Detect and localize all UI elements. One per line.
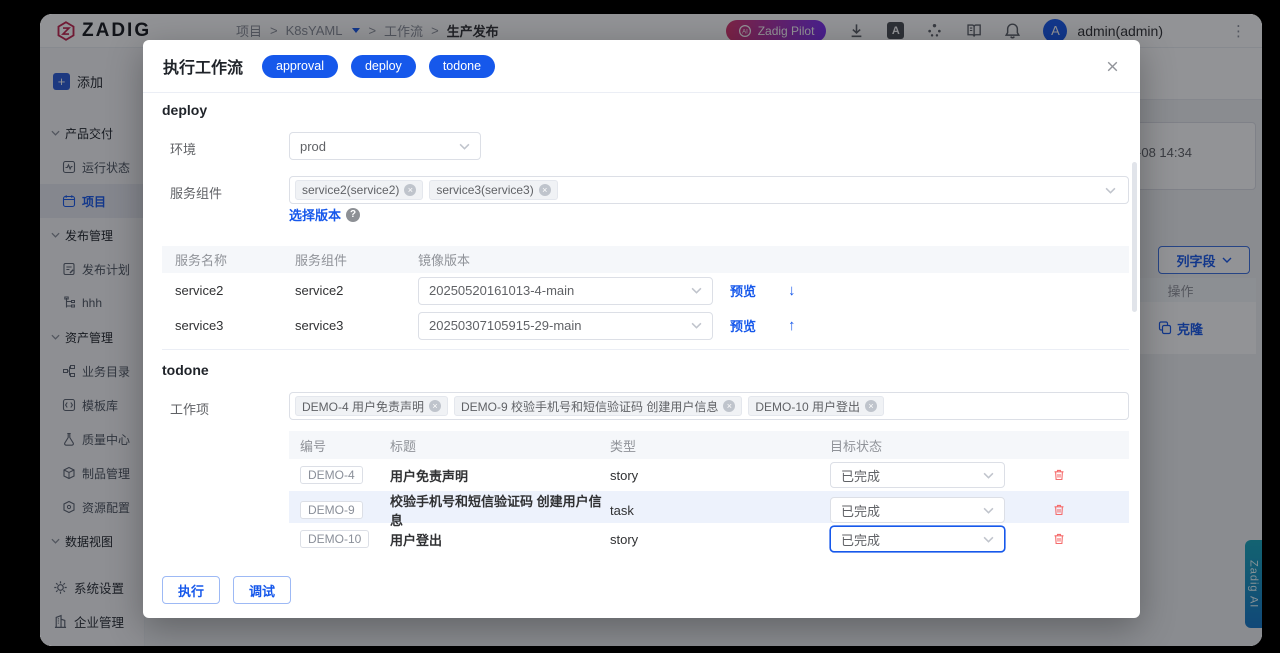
target-status-select[interactable]: 已完成 (830, 497, 1005, 523)
deploy-section-heading: deploy (162, 102, 207, 118)
delete-row-icon[interactable] (1052, 503, 1129, 517)
services-multiselect[interactable]: service2(service2) × service3(service3) … (289, 176, 1129, 204)
table-row: DEMO-9 校验手机号和短信验证码 创建用户信息 task 已完成 (289, 491, 1129, 523)
target-status-value: 已完成 (841, 466, 880, 485)
modal-scrollbar[interactable] (1132, 162, 1137, 312)
work-items-table: 编号 标题 类型 目标状态 DEMO-4 用户免责声明 story 已完成 DE… (289, 431, 1129, 555)
modal-title: 执行工作流 (163, 54, 243, 78)
services-label: 服务组件 (170, 183, 222, 202)
section-divider (162, 349, 1129, 350)
col-title: 标题 (390, 436, 610, 455)
arrow-down-icon[interactable]: ↓ (788, 282, 1129, 299)
target-status-value: 已完成 (841, 530, 880, 549)
col-image-version: 镜像版本 (418, 250, 1129, 269)
service-name: service3 (175, 318, 295, 333)
choose-version-label: 选择版本 (289, 205, 341, 224)
service-component: service2 (295, 283, 418, 298)
chevron-down-icon (983, 536, 994, 543)
execute-workflow-modal: 执行工作流 approval deploy todone deploy 环境 p… (143, 40, 1140, 618)
col-service-component: 服务组件 (295, 250, 418, 269)
image-version-select[interactable]: 20250307105915-29-main (418, 312, 713, 340)
work-item-tag-label: DEMO-4 用户免责声明 (302, 398, 424, 415)
chevron-down-icon (459, 143, 470, 150)
work-item-tag-label: DEMO-10 用户登出 (755, 398, 860, 415)
service-tag: service2(service2) × (295, 180, 423, 200)
col-target-status: 目标状态 (830, 436, 1129, 455)
work-item-type: story (610, 532, 830, 547)
work-item-tag: DEMO-10 用户登出 × (748, 396, 884, 416)
table-row: service2 service2 20250520161013-4-main … (162, 273, 1129, 308)
arrow-up-icon[interactable]: ↑ (788, 317, 1129, 334)
work-item-id-badge: DEMO-9 (300, 501, 363, 519)
stage-pill-todone[interactable]: todone (429, 55, 495, 78)
env-select[interactable]: prod (289, 132, 481, 160)
service-tag: service3(service3) × (429, 180, 557, 200)
modal-footer: 执行 调试 (162, 576, 291, 604)
env-value: prod (300, 139, 326, 154)
service-tag-label: service3(service3) (436, 183, 533, 197)
image-version-value: 20250520161013-4-main (429, 283, 574, 298)
work-items-label: 工作项 (170, 399, 209, 418)
target-status-value: 已完成 (841, 501, 880, 520)
stage-pill-approval[interactable]: approval (262, 55, 338, 78)
target-status-select[interactable]: 已完成 (830, 462, 1005, 488)
choose-version-link[interactable]: 选择版本 ? (289, 205, 360, 224)
work-item-title: 用户免责声明 (390, 466, 610, 485)
work-item-title: 校验手机号和短信验证码 创建用户信息 (390, 491, 610, 529)
delete-row-icon[interactable] (1052, 468, 1129, 482)
chevron-down-icon (691, 322, 702, 329)
stage-pills: approval deploy todone (262, 55, 495, 78)
table-row: service3 service3 20250307105915-29-main… (162, 308, 1129, 343)
remove-tag-icon[interactable]: × (723, 400, 735, 412)
todone-section-heading: todone (162, 362, 209, 378)
remove-tag-icon[interactable]: × (539, 184, 551, 196)
service-tag-label: service2(service2) (302, 183, 399, 197)
modal-header: 执行工作流 approval deploy todone (143, 40, 1140, 93)
work-item-tag: DEMO-9 校验手机号和短信验证码 创建用户信息 × (454, 396, 742, 416)
preview-link[interactable]: 预览 (730, 281, 788, 300)
close-icon[interactable] (1105, 59, 1120, 74)
service-name: service2 (175, 283, 295, 298)
work-item-tag: DEMO-4 用户免责声明 × (295, 396, 448, 416)
work-item-type: task (610, 503, 830, 518)
remove-tag-icon[interactable]: × (404, 184, 416, 196)
chevron-down-icon (691, 287, 702, 294)
chevron-down-icon (1105, 187, 1116, 194)
work-item-id-badge: DEMO-10 (300, 530, 369, 548)
col-type: 类型 (610, 436, 830, 455)
env-label: 环境 (170, 139, 196, 158)
table-header-row: 编号 标题 类型 目标状态 (289, 431, 1129, 459)
target-status-select-focused[interactable]: 已完成 (830, 526, 1005, 552)
remove-tag-icon[interactable]: × (429, 400, 441, 412)
table-row: DEMO-4 用户免责声明 story 已完成 (289, 459, 1129, 491)
work-items-multiselect[interactable]: DEMO-4 用户免责声明 × DEMO-9 校验手机号和短信验证码 创建用户信… (289, 392, 1129, 420)
stage-pill-deploy[interactable]: deploy (351, 55, 416, 78)
debug-button[interactable]: 调试 (233, 576, 291, 604)
preview-link[interactable]: 预览 (730, 316, 788, 335)
chevron-down-icon (983, 472, 994, 479)
deploy-services-table: 服务名称 服务组件 镜像版本 service2 service2 2025052… (162, 246, 1129, 343)
delete-row-icon[interactable] (1052, 532, 1129, 546)
app-window: ZADIG 项目 > K8sYAML > 工作流 > 生产发布 AI Zadig… (40, 14, 1262, 646)
work-item-title: 用户登出 (390, 530, 610, 549)
work-item-type: story (610, 468, 830, 483)
table-header-row: 服务名称 服务组件 镜像版本 (162, 246, 1129, 273)
chevron-down-icon (983, 507, 994, 514)
execute-button[interactable]: 执行 (162, 576, 220, 604)
col-service-name: 服务名称 (175, 250, 295, 269)
work-item-tag-label: DEMO-9 校验手机号和短信验证码 创建用户信息 (461, 398, 718, 415)
help-icon[interactable]: ? (346, 208, 360, 222)
service-component: service3 (295, 318, 418, 333)
image-version-select[interactable]: 20250520161013-4-main (418, 277, 713, 305)
remove-tag-icon[interactable]: × (865, 400, 877, 412)
col-id: 编号 (300, 436, 390, 455)
work-item-id-badge: DEMO-4 (300, 466, 363, 484)
image-version-value: 20250307105915-29-main (429, 318, 582, 333)
